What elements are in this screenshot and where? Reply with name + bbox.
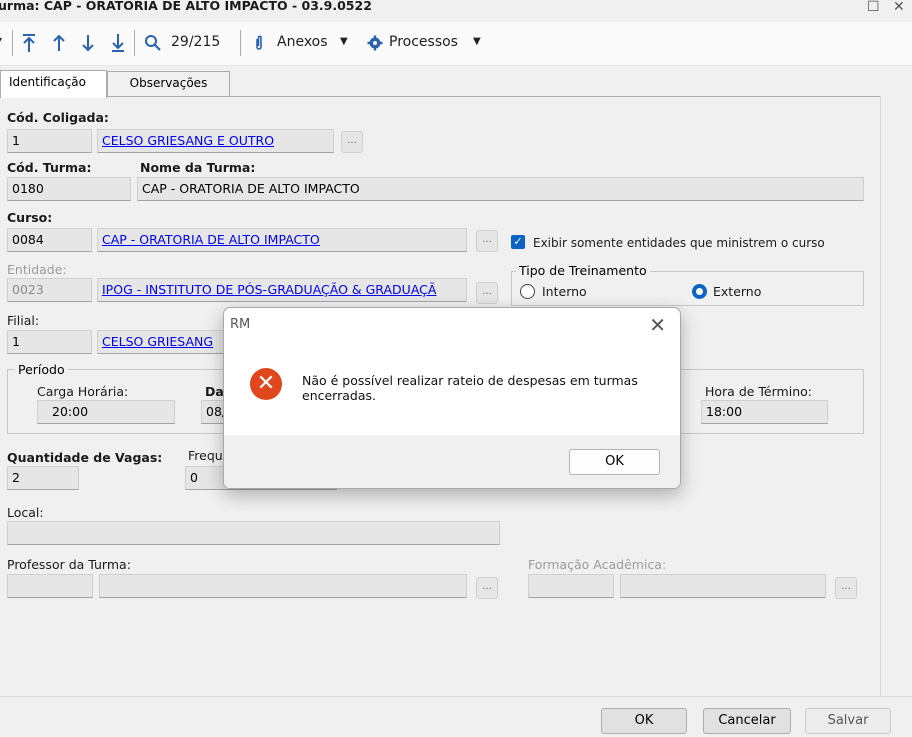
maximize-icon[interactable]: ☐ — [867, 0, 880, 15]
formacao-lookup-button: ... — [835, 577, 857, 599]
professor-lookup-button[interactable]: ... — [476, 577, 498, 599]
professor-code-field[interactable] — [7, 574, 93, 598]
hora-termino-field[interactable]: 18:00 — [701, 400, 828, 424]
error-dialog: RM ✕ ✕ Não é possível realizar rateio de… — [223, 307, 681, 489]
vagas-label: Quantidade de Vagas: — [7, 450, 163, 465]
entidade-label: Entidade: — [7, 262, 67, 277]
formacao-label: Formação Acadêmica: — [528, 557, 667, 572]
local-label: Local: — [7, 505, 44, 520]
toolbar-separator — [134, 30, 135, 56]
carga-horaria-field[interactable]: 20:00 — [37, 400, 175, 424]
entidade-code-field: 0023 — [7, 278, 92, 302]
chevron-down-icon[interactable]: ▼ — [473, 36, 481, 47]
toolbar: ▾ 29/215 Anexos ▼ Processos ▼ — [0, 22, 912, 66]
radio-externo[interactable] — [692, 284, 707, 299]
cancel-button[interactable]: Cancelar — [703, 708, 791, 734]
turma-name-label: Nome da Turma: — [140, 160, 256, 175]
coligada-name-link[interactable]: CELSO GRIESANG E OUTRO — [97, 129, 334, 153]
coligada-code-field[interactable]: 1 — [7, 129, 92, 153]
window-title-bar: urma: CAP - ORATORIA DE ALTO IMPACTO - 0… — [0, 0, 912, 20]
panel-right-edge — [880, 96, 912, 696]
local-field[interactable] — [7, 521, 500, 545]
arrow-to-bottom-icon[interactable] — [110, 33, 126, 53]
entidade-name-link[interactable]: IPOG - INSTITUTO DE PÓS-GRADUAÇÃO & GRAD… — [97, 278, 467, 302]
close-window-icon[interactable]: ✕ — [893, 0, 905, 15]
arrow-up-icon[interactable] — [52, 33, 66, 53]
periodo-title: Período — [15, 362, 68, 377]
formacao-name-field — [620, 574, 826, 598]
paperclip-icon — [256, 35, 262, 50]
attachments-menu[interactable]: Anexos — [277, 34, 328, 50]
window-title: urma: CAP - ORATORIA DE ALTO IMPACTO - 0… — [0, 0, 372, 13]
filter-entities-label: Exibir somente entidades que ministrem o… — [533, 236, 825, 250]
turma-name-field[interactable]: CAP - ORATORIA DE ALTO IMPACTO — [137, 177, 864, 201]
close-icon[interactable]: ✕ — [649, 313, 666, 337]
radio-interno-label: Interno — [542, 284, 587, 299]
carga-horaria-label: Carga Horária: — [37, 384, 129, 399]
record-position: 29/215 — [171, 34, 221, 50]
processes-menu[interactable]: Processos — [389, 34, 458, 50]
dialog-message: Não é possível realizar rateio de despes… — [302, 373, 638, 403]
toolbar-separator — [12, 30, 13, 56]
save-button[interactable]: Salvar — [805, 708, 891, 734]
chevron-down-icon[interactable]: ▼ — [340, 36, 348, 47]
toolbar-separator — [240, 30, 241, 56]
professor-name-field[interactable] — [99, 574, 467, 598]
turma-code-field[interactable]: 0180 — [7, 177, 131, 201]
tab-identificacao[interactable]: Identificação — [0, 70, 107, 98]
curso-lookup-button[interactable]: ... — [476, 230, 498, 252]
dialog-footer: OK — [224, 435, 680, 488]
hora-termino-label: Hora de Término: — [705, 384, 812, 399]
tab-observacoes[interactable]: Observações — [107, 71, 230, 96]
coligada-lookup-button[interactable]: ... — [341, 131, 363, 153]
dialog-ok-button[interactable]: OK — [569, 449, 660, 475]
filial-code-field[interactable]: 1 — [7, 330, 92, 354]
filter-entities-checkbox[interactable]: ✓ — [511, 235, 525, 249]
error-icon: ✕ — [250, 368, 282, 400]
dialog-title: RM — [230, 317, 251, 332]
professor-label: Professor da Turma: — [7, 557, 131, 572]
entidade-lookup-button[interactable]: ... — [476, 282, 498, 304]
coligada-label: Cód. Coligada: — [7, 110, 109, 125]
curso-code-field[interactable]: 0084 — [7, 228, 92, 252]
arrow-to-top-icon[interactable] — [21, 33, 37, 53]
radio-interno[interactable] — [520, 284, 535, 299]
filial-label: Filial: — [7, 313, 40, 328]
curso-name-link[interactable]: CAP - ORATORIA DE ALTO IMPACTO — [97, 228, 467, 252]
curso-label: Curso: — [7, 210, 53, 225]
turma-code-label: Cód. Turma: — [7, 160, 92, 175]
vagas-field[interactable]: 2 — [7, 466, 79, 490]
arrow-down-icon[interactable] — [81, 33, 95, 53]
formacao-code-field — [528, 574, 614, 598]
search-icon[interactable] — [144, 34, 161, 51]
toolbar-overflow-caret[interactable]: ▾ — [0, 35, 2, 46]
radio-externo-label: Externo — [713, 284, 762, 299]
gear-icon — [367, 35, 383, 51]
ok-button[interactable]: OK — [601, 708, 687, 734]
data-label: Da — [205, 384, 224, 399]
tipo-treinamento-title: Tipo de Treinamento — [516, 263, 650, 278]
